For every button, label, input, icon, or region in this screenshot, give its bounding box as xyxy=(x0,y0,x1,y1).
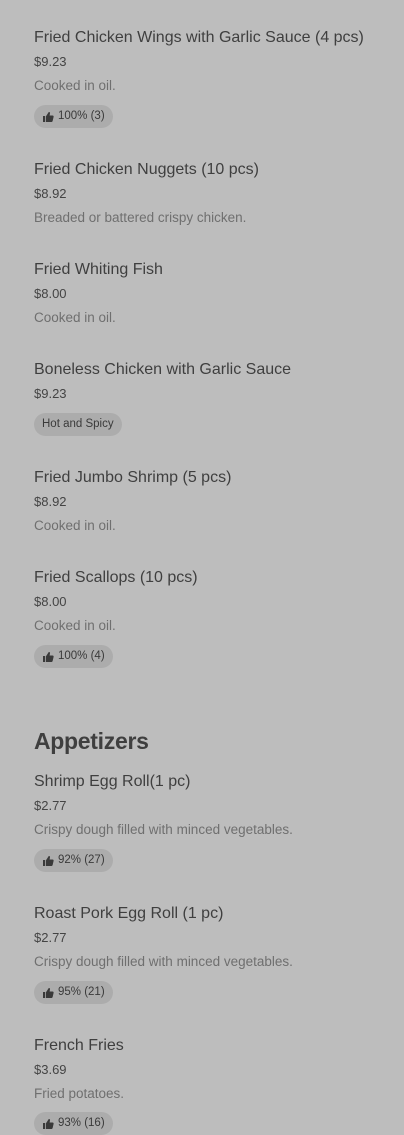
item-price: $9.23 xyxy=(34,386,67,401)
rating-badge: 100% (4) xyxy=(34,645,113,668)
rating-badge: 92% (27) xyxy=(34,849,113,872)
thumbs-up-icon xyxy=(43,651,54,662)
item-price: $3.69 xyxy=(34,1062,67,1077)
item-name: French Fries xyxy=(34,1037,124,1054)
item-description: Breaded or battered crispy chicken. xyxy=(34,210,247,225)
menu-item[interactable]: Shrimp Egg Roll(1 pc) $2.77 Crispy dough… xyxy=(34,772,404,876)
item-price: $8.00 xyxy=(34,286,67,301)
menu-item[interactable]: French Fries $3.69 Fried potatoes. 93% (… xyxy=(34,1036,404,1135)
item-description: Cooked in oil. xyxy=(34,310,116,325)
item-name: Shrimp Egg Roll(1 pc) xyxy=(34,773,191,790)
menu-item[interactable]: Fried Chicken Wings with Garlic Sauce (4… xyxy=(34,28,404,132)
thumbs-up-icon xyxy=(43,855,54,866)
menu-item[interactable]: Fried Chicken Nuggets (10 pcs) $8.92 Bre… xyxy=(34,160,404,240)
rating-text: 93% (16) xyxy=(58,1117,105,1129)
item-name: Fried Jumbo Shrimp (5 pcs) xyxy=(34,469,232,486)
item-name: Fried Scallops (10 pcs) xyxy=(34,569,198,586)
item-price: $2.77 xyxy=(34,798,67,813)
item-price: $8.00 xyxy=(34,594,67,609)
thumbs-up-icon xyxy=(43,111,54,122)
item-name: Fried Chicken Nuggets (10 pcs) xyxy=(34,161,259,178)
tag-text: Hot and Spicy xyxy=(42,418,114,430)
section-title: Appetizers xyxy=(34,728,149,754)
rating-text: 95% (21) xyxy=(58,986,105,998)
item-description: Cooked in oil. xyxy=(34,78,116,93)
item-price: $8.92 xyxy=(34,186,67,201)
rating-badge: 100% (3) xyxy=(34,105,113,128)
item-name: Roast Pork Egg Roll (1 pc) xyxy=(34,905,224,922)
item-description: Crispy dough filled with minced vegetabl… xyxy=(34,954,293,969)
menu-item[interactable]: Fried Whiting Fish $8.00 Cooked in oil. xyxy=(34,260,404,340)
thumbs-up-icon xyxy=(43,987,54,998)
item-price: $8.92 xyxy=(34,494,67,509)
item-name: Fried Chicken Wings with Garlic Sauce (4… xyxy=(34,29,364,46)
item-description: Cooked in oil. xyxy=(34,518,116,533)
rating-text: 100% (3) xyxy=(58,110,105,122)
menu-item[interactable]: Boneless Chicken with Garlic Sauce $9.23… xyxy=(34,360,404,440)
item-description: Crispy dough filled with minced vegetabl… xyxy=(34,822,293,837)
rating-text: 100% (4) xyxy=(58,650,105,662)
item-description: Fried potatoes. xyxy=(34,1086,125,1101)
menu-item[interactable]: Fried Jumbo Shrimp (5 pcs) $8.92 Cooked … xyxy=(34,468,404,548)
thumbs-up-icon xyxy=(43,1118,54,1129)
item-price: $9.23 xyxy=(34,54,67,69)
item-name: Fried Whiting Fish xyxy=(34,261,163,278)
menu-item[interactable]: Fried Scallops (10 pcs) $8.00 Cooked in … xyxy=(34,568,404,672)
rating-badge: 93% (16) xyxy=(34,1112,113,1135)
rating-text: 92% (27) xyxy=(58,854,105,866)
item-description: Cooked in oil. xyxy=(34,618,116,633)
rating-badge: 95% (21) xyxy=(34,981,113,1004)
tag-badge: Hot and Spicy xyxy=(34,413,122,436)
menu-item[interactable]: Roast Pork Egg Roll (1 pc) $2.77 Crispy … xyxy=(34,904,404,1008)
item-name: Boneless Chicken with Garlic Sauce xyxy=(34,361,292,378)
item-price: $2.77 xyxy=(34,930,67,945)
